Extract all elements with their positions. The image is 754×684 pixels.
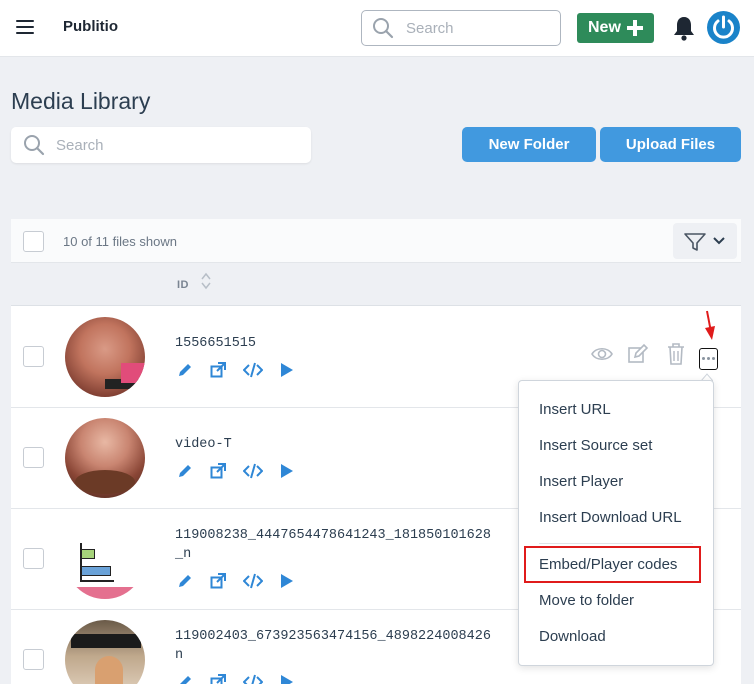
row-checkbox[interactable]: [23, 447, 44, 468]
page-title: Media Library: [11, 88, 151, 114]
row-actions: [176, 673, 306, 684]
file-id-line2: _n: [175, 547, 192, 562]
highlight-box: [524, 546, 701, 583]
new-button-label: New: [588, 19, 621, 36]
file-id-line2: n: [175, 648, 184, 663]
row-checkbox[interactable]: [23, 548, 44, 569]
thumbnail-bar-green: [81, 549, 95, 559]
chevron-down-icon: [713, 237, 725, 245]
search-icon: [24, 135, 45, 156]
edit-icon[interactable]: [627, 343, 649, 365]
menu-item-move-to-folder[interactable]: Move to folder: [539, 592, 634, 609]
menu-item-insert-player[interactable]: Insert Player: [539, 473, 623, 490]
library-search-placeholder: Search: [56, 137, 104, 154]
trash-icon[interactable]: [667, 343, 685, 365]
thumbnail-caption: [71, 634, 141, 648]
more-options-button[interactable]: [699, 348, 718, 370]
media-thumbnail[interactable]: [65, 317, 145, 397]
thumbnail-axis-base: [80, 580, 114, 582]
power-icon: [713, 15, 734, 39]
file-id: video-T: [175, 437, 232, 452]
plus-icon: [627, 20, 643, 36]
bell-icon[interactable]: [672, 15, 696, 41]
row-actions: [176, 462, 306, 480]
top-search-input[interactable]: Search: [361, 10, 561, 46]
edit-pencil-icon[interactable]: [176, 572, 194, 590]
filter-icon: [684, 233, 706, 251]
media-thumbnail[interactable]: [65, 620, 145, 684]
row-checkbox[interactable]: [23, 346, 44, 367]
file-id-line1: 119002403_673923563474156_4898224008426: [175, 629, 491, 644]
filter-button[interactable]: [673, 223, 737, 259]
files-shown-count: 10 of 11 files shown: [63, 234, 177, 249]
eye-icon[interactable]: [591, 345, 613, 363]
user-avatar[interactable]: [707, 11, 740, 44]
edit-pencil-icon[interactable]: [176, 462, 194, 480]
app-name: Publitio: [63, 18, 118, 35]
select-all-checkbox[interactable]: [23, 231, 44, 252]
table-toolbar: 10 of 11 files shown: [11, 219, 741, 263]
play-icon[interactable]: [279, 361, 295, 379]
row-actions: [176, 361, 306, 379]
file-id-line1: 119008238_4447654478641243_181850101628: [175, 528, 491, 543]
hamburger-menu-icon[interactable]: [16, 20, 34, 36]
play-icon[interactable]: [279, 462, 295, 480]
thumbnail-shirt: [121, 363, 145, 383]
row-checkbox[interactable]: [23, 649, 44, 670]
thumbnail-bar-blue: [81, 566, 111, 576]
more-options-menu: Insert URL Insert Source set Insert Play…: [518, 380, 714, 666]
menu-item-insert-source-set[interactable]: Insert Source set: [539, 437, 652, 454]
media-thumbnail[interactable]: [65, 418, 145, 498]
table-header: ID: [11, 263, 741, 306]
code-icon[interactable]: [243, 462, 263, 480]
external-link-icon[interactable]: [209, 572, 227, 590]
play-icon[interactable]: [279, 572, 295, 590]
edit-pencil-icon[interactable]: [176, 673, 194, 684]
external-link-icon[interactable]: [209, 673, 227, 684]
top-bar: Publitio Search New: [0, 0, 754, 57]
thumbnail-axis: [80, 543, 82, 581]
menu-item-insert-url[interactable]: Insert URL: [539, 401, 611, 418]
file-id: 119002403_673923563474156_4898224008426 …: [175, 627, 491, 665]
upload-files-button[interactable]: Upload Files: [600, 127, 741, 162]
menu-item-download[interactable]: Download: [539, 628, 606, 645]
top-search-placeholder: Search: [406, 20, 454, 37]
menu-divider: [539, 543, 693, 544]
annotation-arrow-icon: [705, 310, 715, 340]
library-search-input[interactable]: Search: [11, 127, 311, 163]
external-link-icon[interactable]: [209, 361, 227, 379]
edit-pencil-icon[interactable]: [176, 361, 194, 379]
sort-icon[interactable]: [201, 272, 211, 290]
search-icon: [373, 18, 394, 39]
menu-item-insert-download-url[interactable]: Insert Download URL: [539, 509, 682, 526]
code-icon[interactable]: [243, 361, 263, 379]
file-id: 119008238_4447654478641243_181850101628 …: [175, 526, 491, 564]
thumbnail-food: [75, 470, 135, 494]
media-thumbnail[interactable]: [65, 519, 145, 599]
play-icon[interactable]: [279, 673, 295, 684]
code-icon[interactable]: [243, 572, 263, 590]
file-id: 1556651515: [175, 336, 257, 351]
new-button[interactable]: New: [577, 13, 654, 43]
external-link-icon[interactable]: [209, 462, 227, 480]
thumbnail-person: [95, 656, 123, 684]
code-icon[interactable]: [243, 673, 263, 684]
id-column-header[interactable]: ID: [177, 279, 189, 291]
new-folder-button[interactable]: New Folder: [462, 127, 596, 162]
row-actions: [176, 572, 306, 590]
thumbnail-pink-band: [65, 587, 145, 599]
